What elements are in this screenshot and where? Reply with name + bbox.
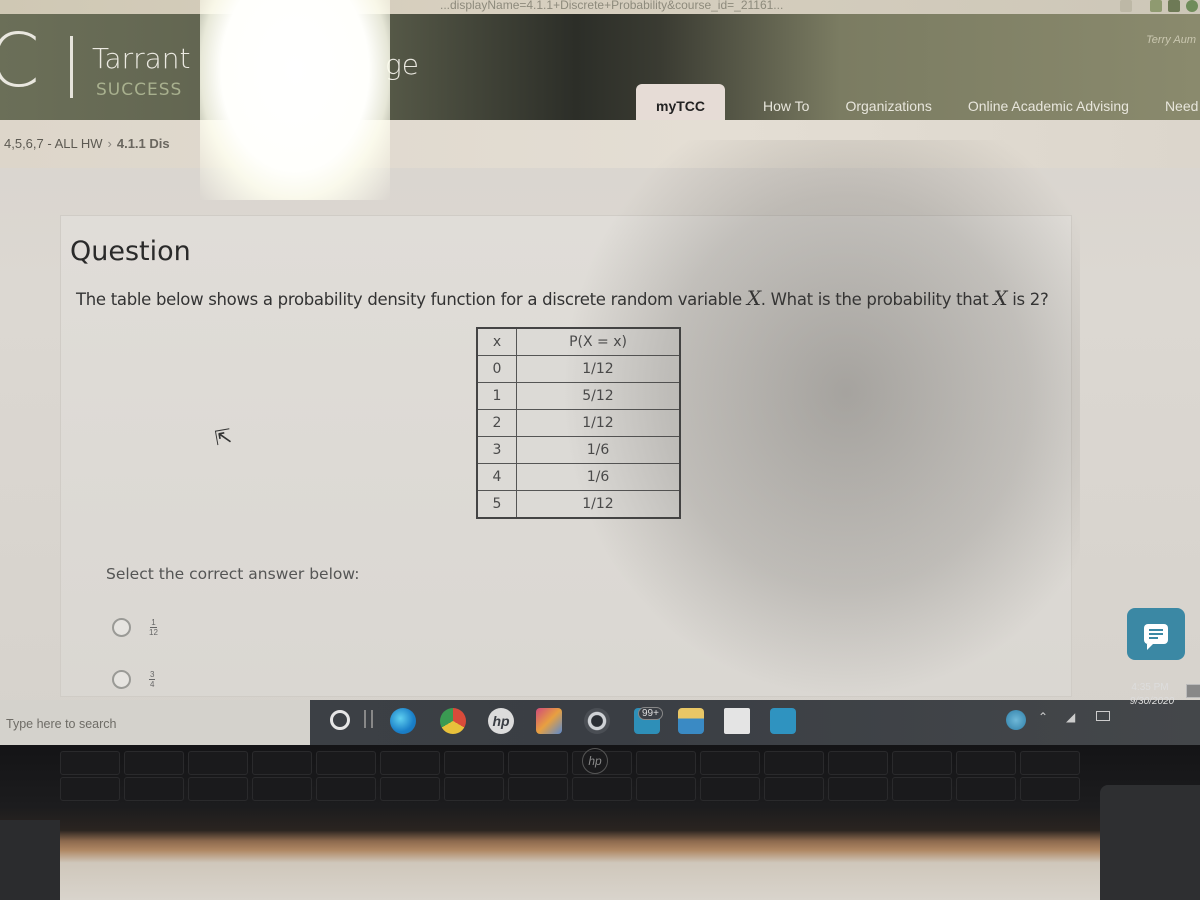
laptop-hinge [1100,785,1200,900]
denominator: 12 [149,628,158,637]
nav-tab-organizations[interactable]: Organizations [845,98,931,114]
table-row: 2 1/12 [476,409,681,437]
table-header-row: x P(X = x) [476,327,681,356]
radio-button[interactable] [112,670,131,689]
battery-icon[interactable] [1096,711,1110,721]
cell-probability: 1/6 [516,463,681,491]
table-row: 3 1/6 [476,436,681,464]
cell-x: 5 [476,490,517,519]
breadcrumb: 4,5,6,7 - ALL HW › 4.1.1 Dis [4,136,170,151]
nav-tab-need[interactable]: Need [1165,98,1198,114]
url-text[interactable]: ...displayName=4.1.1+Discrete+Probabilit… [440,0,783,12]
wifi-icon[interactable]: ◢ [1066,710,1075,724]
clock-time[interactable]: 4:35 PM [1120,682,1180,693]
chat-icon [1144,624,1168,650]
cortana-icon[interactable] [330,710,350,730]
probability-table: x P(X = x) 0 1/12 1 5/12 2 1/12 3 1/6 4 … [476,327,681,519]
college-logo-icon[interactable]: C [0,24,40,98]
nav-tab-online-academic-advising[interactable]: Online Academic Advising [968,98,1129,114]
key-row [60,777,1080,801]
weather-icon[interactable] [770,708,796,734]
hp-icon[interactable]: hp [488,708,514,734]
question-heading: Question [70,236,191,267]
fraction: 1 12 [149,618,158,637]
chrome-icon[interactable] [440,708,466,734]
denominator: 4 [150,680,155,689]
breadcrumb-parent[interactable]: 4,5,6,7 - ALL HW [4,136,103,151]
chat-widget-button[interactable] [1127,608,1185,660]
question-text-part: The table below shows a probability dens… [76,290,747,309]
radio-button[interactable] [112,618,131,637]
select-answer-prompt: Select the correct answer below: [106,565,360,583]
task-view-icon[interactable] [364,710,373,728]
edge-icon[interactable] [390,708,416,734]
college-tagline: SUCCESS [96,80,183,100]
answer-option[interactable]: 1 12 [112,618,158,637]
breadcrumb-bar: 4,5,6,7 - ALL HW › 4.1.1 Dis [0,120,1200,168]
show-hidden-icons-chevron-icon[interactable]: ⌃ [1038,710,1048,724]
question-text-part: . What is the probability that [760,290,994,309]
breadcrumb-current: 4.1.1 Dis [116,136,170,151]
fraction: 3 4 [149,670,156,689]
help-tray-icon[interactable] [1006,710,1026,730]
clock-date[interactable]: 9/30/2020 [1120,696,1184,707]
random-variable: X [746,286,761,310]
mail-unread-badge: 99+ [638,707,663,720]
college-name: Tarrant [92,42,191,75]
photos-icon[interactable] [536,708,562,734]
college-name-end: ge [385,48,420,81]
user-name-link[interactable]: Terry Aum [1146,34,1196,46]
numerator: 1 [150,618,157,628]
nav-tab-how-to[interactable]: How To [763,98,809,114]
windows-taskbar: Type here to search hp ⌃ ◢ 4:35 PM 9/30/… [0,682,1200,745]
laptop-hinge [0,820,60,900]
star-icon[interactable] [1120,0,1132,12]
taskbar-search-box[interactable]: Type here to search [0,700,310,745]
question-text-part: is 2? [1007,290,1049,309]
notifications-icon[interactable] [1186,684,1200,698]
breadcrumb-separator: › [107,136,112,151]
cell-probability: 5/12 [516,382,681,410]
cell-probability: 1/12 [516,355,681,383]
search-placeholder[interactable]: Type here to search [6,717,116,731]
file-explorer-icon[interactable] [678,708,704,734]
column-header-x: x [476,327,517,356]
hp-logo-icon: hp [582,748,608,774]
cell-probability: 1/12 [516,490,681,519]
table-row: 1 5/12 [476,382,681,410]
laptop-screen: ...displayName=4.1.1+Discrete+Probabilit… [0,0,1200,745]
cell-x: 0 [476,355,517,383]
camera-icon[interactable] [584,708,610,734]
cell-x: 2 [476,409,517,437]
answer-option[interactable]: 3 4 [112,670,156,689]
cell-probability: 1/12 [516,409,681,437]
profile-icon[interactable] [1186,0,1198,12]
column-header-probability: P(X = x) [516,327,681,356]
key-row [60,751,1080,775]
numerator: 3 [149,670,156,680]
site-header: C Tarrant ge SUCCESS Terry Aum myTCC How… [0,14,1200,128]
table-row: 5 1/12 [476,490,681,519]
cell-x: 1 [476,382,517,410]
extension-icon[interactable] [1150,0,1162,12]
extension-icon[interactable] [1168,0,1180,12]
browser-address-bar[interactable]: ...displayName=4.1.1+Discrete+Probabilit… [0,0,1200,14]
cell-x: 3 [476,436,517,464]
question-text: The table below shows a probability dens… [76,286,1049,310]
table-row: 4 1/6 [476,463,681,491]
cell-x: 4 [476,463,517,491]
microsoft-store-icon[interactable] [724,708,750,734]
cell-probability: 1/6 [516,436,681,464]
random-variable: X [993,286,1008,310]
table-row: 0 1/12 [476,355,681,383]
logo-divider [70,36,73,98]
